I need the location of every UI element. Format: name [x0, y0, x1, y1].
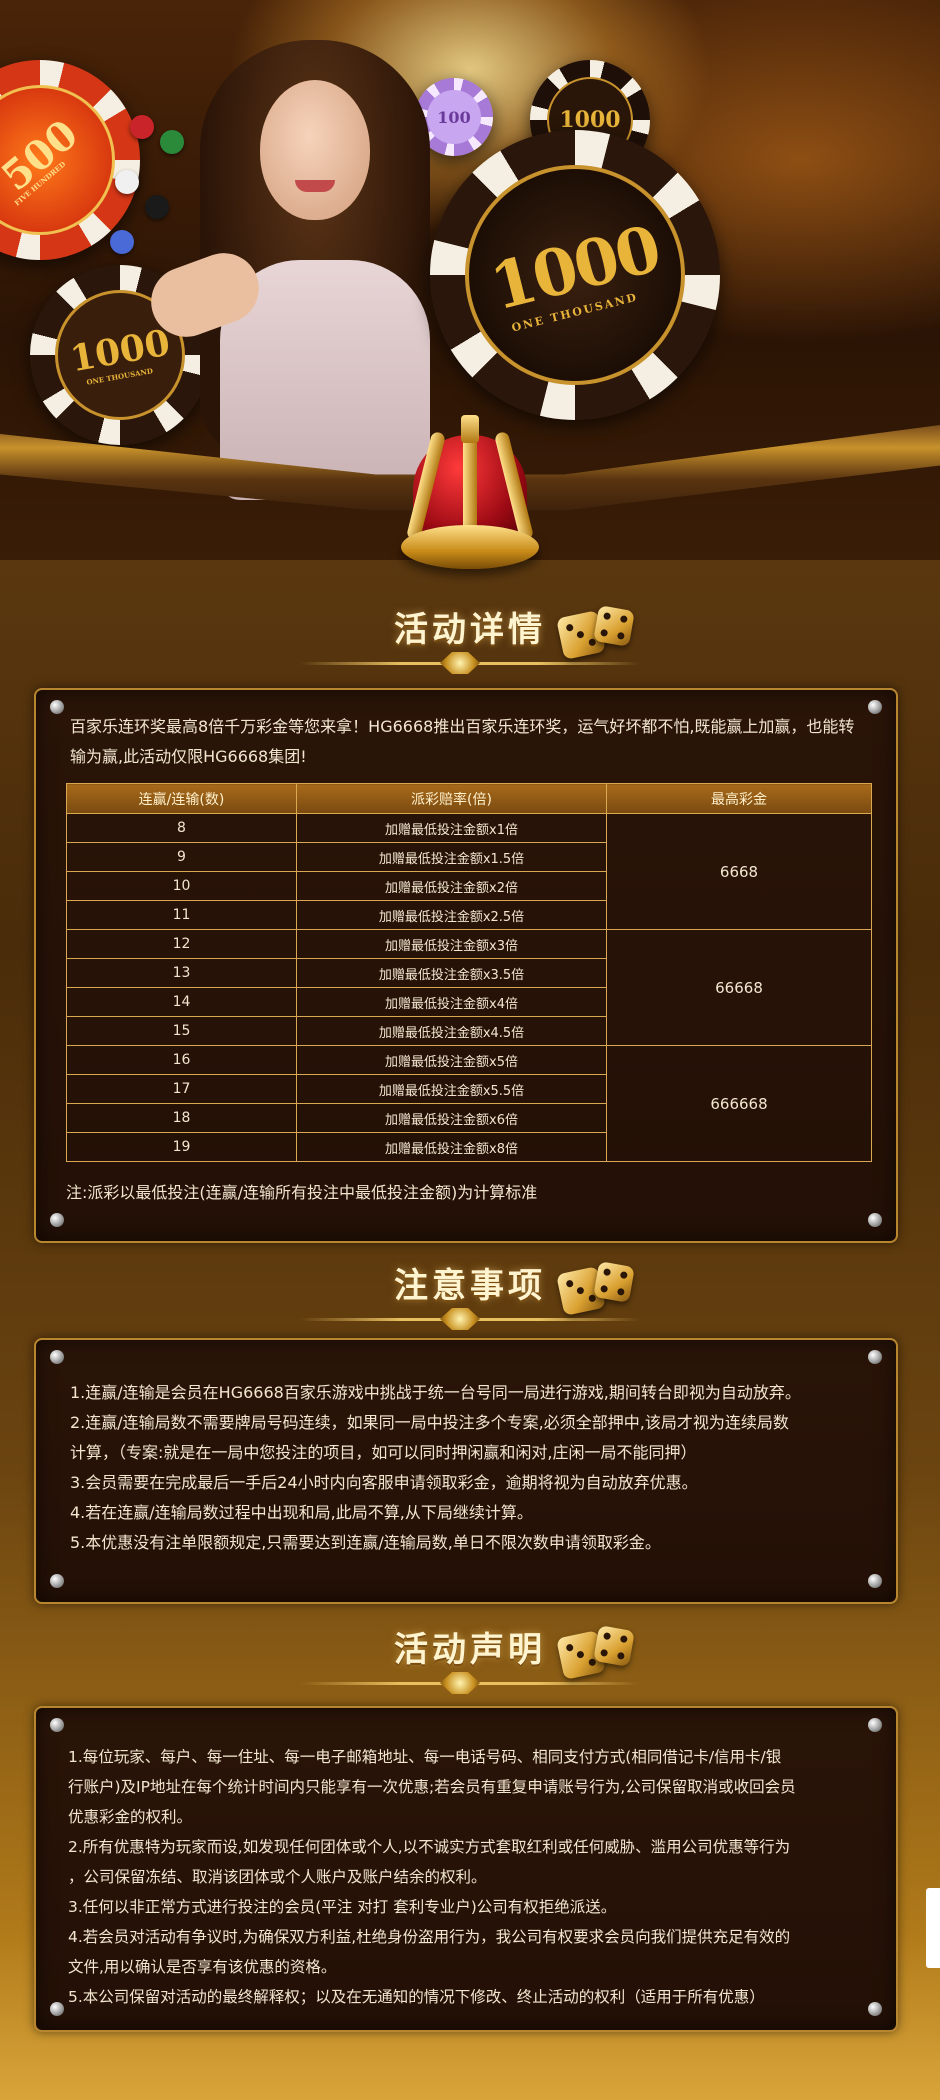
rivet [868, 700, 882, 714]
dice-icon [593, 1625, 635, 1667]
header-max: 最高彩金 [606, 783, 872, 814]
row-count: 9 [66, 842, 297, 872]
statement-item: 4.若会员对活动有争议时,为确保双方利益,杜绝身份盗用行为，我公司有权要求会员向… [68, 1928, 791, 1946]
statement-item: 优惠彩金的权利。 [68, 1808, 193, 1826]
statement-item: 2.所有优惠特为玩家而设,如发现任何团体或个人,以不诚实方式套取红利或任何威胁、… [68, 1838, 791, 1856]
row-bonus: 加赠最低投注金额x5.5倍 [296, 1074, 607, 1104]
notes-panel: 1.连赢/连输是会员在HG6668百家乐游戏中挑战于统一台号同一局进行游戏,期间… [34, 1338, 898, 1604]
row-bonus: 加赠最低投注金额x2倍 [296, 871, 607, 901]
gem-icon [440, 1672, 480, 1694]
row-bonus: 加赠最低投注金额x5倍 [296, 1045, 607, 1075]
crown-icon [385, 415, 555, 595]
notes-title: 注意事项 [394, 1266, 546, 1306]
row-bonus: 加赠最低投注金额x1.5倍 [296, 842, 607, 872]
section-heading-notes: 注意事项 [0, 1258, 940, 1338]
rivet [50, 2002, 64, 2016]
row-count: 10 [66, 871, 297, 901]
row-bonus: 加赠最低投注金额x8倍 [296, 1132, 607, 1162]
dice-icon [593, 605, 635, 647]
statement-item: 行账户)及IP地址在每个统计时间内只能享有一次优惠;若会员有重复申请账号行为,公… [68, 1778, 796, 1796]
rivet [50, 700, 64, 714]
header-count: 连赢/连输(数) [66, 783, 297, 814]
section-heading-statement: 活动声明 [0, 1622, 940, 1702]
row-count: 16 [66, 1045, 297, 1075]
statement-item: 3.任何以非正常方式进行投注的会员(平注 对打 套利专业户)公司有权拒绝派送。 [68, 1898, 617, 1916]
note-item: 2.连赢/连输局数不需要牌局号码连续，如果同一局中投注多个专案,必须全部押中,该… [70, 1413, 789, 1432]
casino-chip-big: 1000 ONE THOUSAND [430, 130, 720, 420]
row-count: 8 [66, 813, 297, 843]
table-row: 12 加赠最低投注金额x3倍 66668 [66, 929, 872, 1046]
dice-icon [593, 1261, 635, 1303]
side-tab[interactable] [926, 1888, 940, 1968]
mini-chip-blue [110, 230, 134, 254]
table-row: 8 加赠最低投注金额x1倍 6668 [66, 813, 872, 930]
table-row: 16 加赠最低投注金额x5倍 666668 [66, 1045, 872, 1162]
max-prize-cell: 6668 [606, 813, 872, 930]
note-item: 1.连赢/连输是会员在HG6668百家乐游戏中挑战于统一台号同一局进行游戏,期间… [70, 1383, 801, 1402]
header-rate: 派彩赔率(倍) [296, 783, 607, 814]
details-intro: 百家乐连环奖最高8倍千万彩金等您来拿！HG6668推出百家乐连环奖，运气好坏都不… [70, 717, 855, 766]
row-bonus: 加赠最低投注金额x6倍 [296, 1103, 607, 1133]
mini-chip-red [130, 115, 154, 139]
mini-chip-white [115, 170, 139, 194]
details-title: 活动详情 [394, 610, 546, 650]
row-bonus: 加赠最低投注金额x3.5倍 [296, 958, 607, 988]
note-item: 3.会员需要在完成最后一手后24小时内向客服申请领取彩金，逾期将视为自动放弃优惠… [70, 1473, 698, 1492]
statement-panel: 1.每位玩家、每户、每一住址、每一电子邮箱地址、每一电话号码、相同支付方式(相同… [34, 1706, 898, 2032]
statement-title: 活动声明 [394, 1630, 546, 1670]
row-bonus: 加赠最低投注金额x4倍 [296, 987, 607, 1017]
chip-red-value: 500 [0, 110, 88, 201]
note-item: 计算，（专案:就是在一局中您投注的项目，如可以同时押闲赢和闲对,庄闲一局不能同押… [70, 1443, 697, 1462]
row-count: 14 [66, 987, 297, 1017]
rivet [868, 1718, 882, 1732]
note-item: 4.若在连赢/连输局数过程中出现和局,此局不算,从下局继续计算。 [70, 1503, 533, 1522]
rivet [50, 1574, 64, 1588]
rivet [50, 1213, 64, 1227]
statement-list: 1.每位玩家、每户、每一住址、每一电子邮箱地址、每一电话号码、相同支付方式(相同… [68, 1742, 898, 2012]
rivet [868, 1574, 882, 1588]
chip-top-right-value: 1000 [559, 107, 621, 133]
gem-icon [440, 1308, 480, 1330]
notes-list: 1.连赢/连输是会员在HG6668百家乐游戏中挑战于统一台号同一局进行游戏,期间… [70, 1378, 890, 1558]
statement-item: 5.本公司保留对活动的最终解释权；以及在无通知的情况下修改、终止活动的权利（适用… [68, 1988, 765, 2006]
row-count: 15 [66, 1016, 297, 1046]
section-heading-details: 活动详情 [0, 602, 940, 682]
note-item: 5.本优惠没有注单限额规定,只需要达到连赢/连输局数,单日不限次数申请领取彩金。 [70, 1533, 661, 1552]
row-count: 19 [66, 1132, 297, 1162]
max-prize-cell: 66668 [606, 929, 872, 1046]
gem-icon [440, 652, 480, 674]
table-header-row: 连赢/连输(数) 派彩赔率(倍) 最高彩金 [66, 783, 872, 814]
rates-table: 连赢/连输(数) 派彩赔率(倍) 最高彩金 8 加赠最低投注金额x1倍 6668… [66, 783, 872, 1162]
rivet [50, 1718, 64, 1732]
row-count: 17 [66, 1074, 297, 1104]
row-bonus: 加赠最低投注金额x2.5倍 [296, 900, 607, 930]
row-count: 13 [66, 958, 297, 988]
details-panel: 百家乐连环奖最高8倍千万彩金等您来拿！HG6668推出百家乐连环奖，运气好坏都不… [34, 688, 898, 1243]
rivet [868, 1350, 882, 1364]
row-bonus: 加赠最低投注金额x4.5倍 [296, 1016, 607, 1046]
row-count: 18 [66, 1103, 297, 1133]
max-prize-cell: 666668 [606, 1045, 872, 1162]
statement-item: 1.每位玩家、每户、每一住址、每一电子邮箱地址、每一电话号码、相同支付方式(相同… [68, 1748, 782, 1766]
statement-item: ，公司保留冻结、取消该团体或个人账户及账户结余的权利。 [68, 1868, 487, 1886]
row-count: 12 [66, 929, 297, 959]
row-bonus: 加赠最低投注金额x3倍 [296, 929, 607, 959]
rivet [50, 1350, 64, 1364]
statement-item: 文件,用以确认是否享有该优惠的资格。 [68, 1958, 337, 1976]
row-count: 11 [66, 900, 297, 930]
details-note: 注:派彩以最低投注(连赢/连输所有投注中最低投注金额)为计算标准 [66, 1183, 538, 1202]
rivet [868, 1213, 882, 1227]
row-bonus: 加赠最低投注金额x1倍 [296, 813, 607, 843]
